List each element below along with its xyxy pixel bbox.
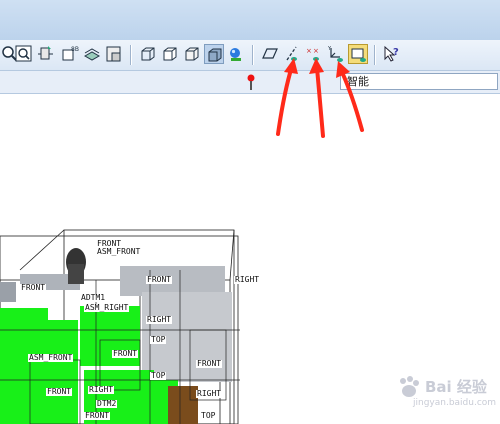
watermark-brand: Bai 经验 — [425, 378, 487, 396]
datum-label[interactable]: TOP — [200, 412, 217, 420]
title-bar — [0, 0, 500, 41]
arrow-icon — [336, 61, 364, 132]
whats-this-icon[interactable]: ? — [382, 44, 402, 64]
datum-label[interactable]: RIGHT — [88, 386, 115, 394]
saved-views-icon[interactable] — [104, 44, 124, 64]
refit-icon[interactable] — [36, 44, 56, 64]
wireframe-icon[interactable] — [138, 44, 158, 64]
datum-label[interactable]: RIGHT — [146, 316, 173, 324]
datum-label[interactable]: RIGHT — [234, 276, 261, 284]
toolbar-separator — [130, 45, 132, 65]
toolbar-separator — [374, 45, 376, 65]
datum-label[interactable]: TOP — [150, 372, 167, 380]
datum-label[interactable]: ADTM1 — [80, 294, 107, 302]
toolbar-separator — [252, 45, 254, 65]
zoom-window-icon[interactable] — [14, 44, 34, 64]
shading-icon[interactable] — [204, 44, 224, 64]
datum-label[interactable]: DTM2 — [96, 400, 118, 408]
arrow-icon — [309, 58, 325, 138]
datum-label[interactable]: ASM_FRONT — [28, 354, 74, 362]
svg-text:?: ? — [393, 47, 399, 58]
hidden-line-icon[interactable] — [160, 44, 180, 64]
arrow-icon — [276, 58, 298, 136]
datum-label[interactable]: FRONT — [112, 350, 139, 358]
spin-center-icon[interactable]: 8B — [60, 44, 80, 64]
watermark-url: jingyan.baidu.com — [413, 398, 497, 408]
svg-text:×: × — [306, 47, 312, 55]
datum-label[interactable]: TOP — [150, 336, 167, 344]
layers-icon[interactable] — [82, 44, 102, 64]
svg-text:8B: 8B — [71, 46, 79, 53]
datum-label[interactable]: FRONT — [146, 276, 173, 284]
datum-label[interactable]: ASM_FRONT — [96, 248, 142, 256]
datum-label[interactable]: FRONT — [46, 388, 73, 396]
traffic-light-icon — [246, 74, 256, 90]
datum-label[interactable]: FRONT — [84, 412, 111, 420]
watermark: Bai 经验 jingyan.baidu.com — [395, 374, 496, 414]
datum-label[interactable]: FRONT — [20, 284, 47, 292]
datum-label[interactable]: ASM_RIGHT — [84, 304, 130, 312]
appearance-icon[interactable] — [226, 44, 246, 64]
datum-label[interactable]: RIGHT — [196, 390, 223, 398]
no-hidden-icon[interactable] — [182, 44, 202, 64]
datum-label[interactable]: FRONT — [196, 360, 223, 368]
svg-text:×: × — [313, 47, 319, 55]
